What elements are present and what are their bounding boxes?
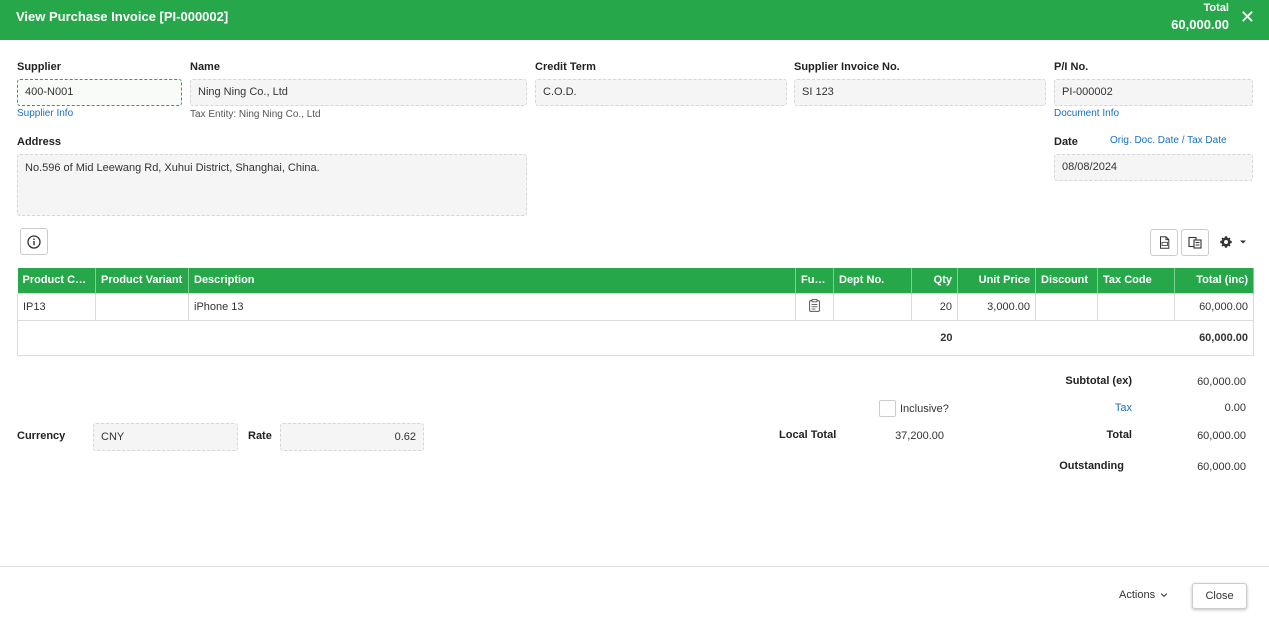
date-field[interactable]: 08/08/2024 [1054,154,1253,181]
tax-entity-text: Tax Entity: Ning Ning Co., Ltd [190,109,321,120]
pi-no-label: P/I No. [1054,61,1089,73]
info-button[interactable] [20,228,48,255]
supplier-label: Supplier [17,61,62,73]
gear-icon [1220,236,1232,248]
cell-dept-no[interactable] [833,292,912,321]
col-qty[interactable]: Qty [911,268,958,293]
cell-description[interactable]: iPhone 13 [188,292,796,321]
chevron-down-icon [1160,593,1168,598]
address-label: Address [17,136,62,148]
cell-discount[interactable] [1035,292,1098,321]
date-label: Date [1054,136,1078,148]
col-unit-price[interactable]: Unit Price [957,268,1036,293]
table-header-row: Product Code Product Variant Description… [17,268,1254,293]
settings-dropdown[interactable] [1219,233,1249,251]
actions-dropdown[interactable]: Actions [1119,589,1168,601]
col-dept-no[interactable]: Dept No. [833,268,912,293]
cell-product-code[interactable]: IP13 [17,292,96,321]
col-tax-code[interactable]: Tax Code [1097,268,1175,293]
rate-field[interactable]: 0.62 [280,423,424,451]
col-discount[interactable]: Discount [1035,268,1098,293]
document-info-link[interactable]: Document Info [1054,108,1119,119]
inclusive-checkbox[interactable] [879,400,896,417]
caret-down-icon [1240,240,1246,244]
header-total-label: Total [1203,2,1229,14]
tax-value: 0.00 [1224,402,1246,414]
name-field[interactable]: Ning Ning Co., Ltd [190,79,527,106]
name-label: Name [190,61,220,73]
info-icon [27,234,41,249]
local-total-value: 37,200.00 [895,430,944,442]
col-product-variant[interactable]: Product Variant [95,268,189,293]
copy-icon [1188,236,1202,249]
close-icon[interactable]: ✕ [1240,8,1255,26]
pi-no-field[interactable]: PI-000002 [1054,79,1253,106]
cell-qty[interactable]: 20 [911,292,958,321]
supplier-invoice-label: Supplier Invoice No. [794,61,900,73]
col-description[interactable]: Description [188,268,796,293]
footer-divider [0,566,1269,567]
currency-field[interactable]: CNY [93,423,238,451]
supplier-field[interactable]: 400-N001 [17,79,182,106]
cell-total[interactable]: 60,000.00 [1174,292,1254,321]
dialog-title: View Purchase Invoice [PI-000002] [16,9,229,24]
rate-label: Rate [248,430,272,442]
tax-link[interactable]: Tax [1040,402,1132,414]
supplier-invoice-field[interactable]: SI 123 [794,79,1046,106]
supplier-info-link[interactable]: Supplier Info [17,108,73,119]
local-total-label: Local Total [779,429,837,441]
outstanding-label: Outstanding [1059,460,1124,472]
total-label: Total [1106,429,1132,441]
outstanding-value: 60,000.00 [1197,461,1246,473]
clipboard-icon[interactable] [809,298,820,312]
header-total-value: 60,000.00 [1171,17,1229,32]
close-button[interactable]: Close [1192,583,1247,609]
address-field[interactable]: No.596 of Mid Leewang Rd, Xuhui District… [17,154,527,216]
items-table: Product Code Product Variant Description… [17,268,1254,356]
cell-tax-code[interactable] [1097,292,1175,321]
table-totals-row: 20 60,000.00 [17,319,1254,356]
credit-term-field[interactable]: C.O.D. [535,79,787,106]
cell-unit-price[interactable]: 3,000.00 [957,292,1036,321]
actions-label: Actions [1119,589,1156,601]
pdf-button[interactable] [1150,229,1178,256]
table-row[interactable]: IP13 iPhone 13 20 3,000.00 60,000.00 [17,292,1254,321]
col-total-inc[interactable]: Total (inc) [1174,268,1254,293]
copy-button[interactable] [1181,229,1209,256]
orig-doc-date-link[interactable]: Orig. Doc. Date / Tax Date [1110,135,1227,146]
dialog-header: View Purchase Invoice [PI-000002] Total … [0,0,1269,40]
subtotal-value: 60,000.00 [1197,376,1246,388]
col-further[interactable]: Furt... [795,268,834,293]
subtotal-label: Subtotal (ex) [1065,375,1132,387]
inclusive-label: Inclusive? [900,403,949,415]
credit-term-label: Credit Term [535,61,596,73]
total-qty: 20 [911,319,958,356]
col-product-code[interactable]: Product Code [17,268,96,293]
cell-further[interactable] [795,292,834,321]
currency-label: Currency [17,430,66,442]
pdf-icon [1159,236,1169,249]
cell-product-variant[interactable] [95,292,189,321]
total-value: 60,000.00 [1197,430,1246,442]
total-amount: 60,000.00 [1174,319,1254,356]
